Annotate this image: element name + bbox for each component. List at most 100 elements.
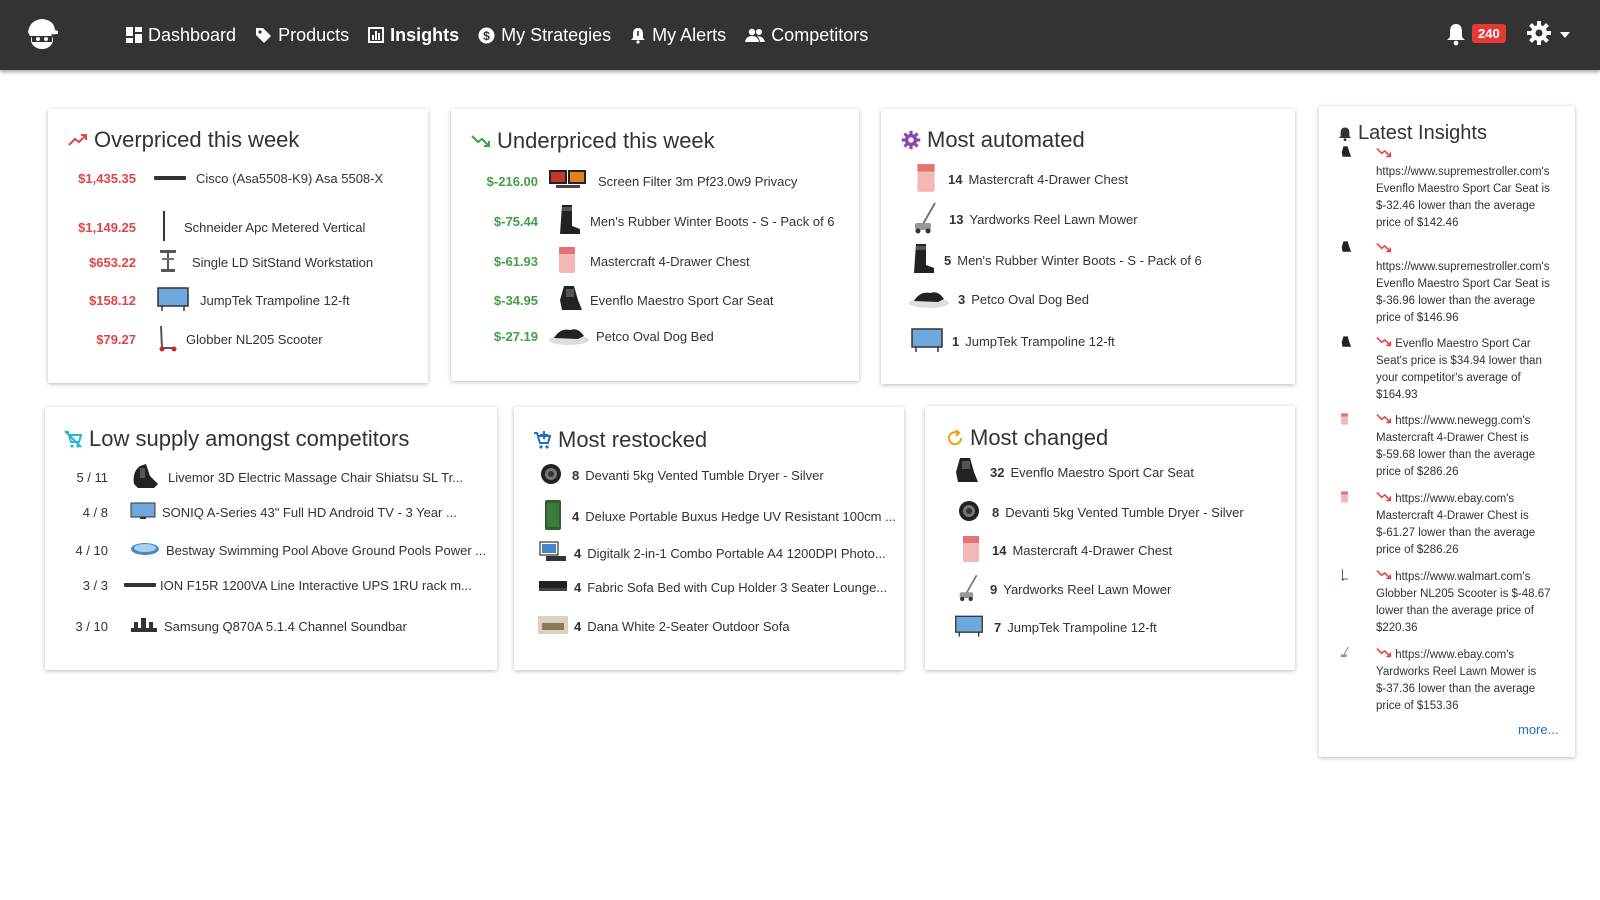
- insight-text: https://www.supremestroller.com's Evenfl…: [1376, 261, 1550, 324]
- automated-row[interactable]: 13 Yardworks Reel Lawn Mower: [913, 202, 1138, 237]
- restocked-row[interactable]: 4 Deluxe Portable Buxus Hedge UV Resista…: [544, 499, 896, 534]
- underpriced-row[interactable]: $-75.44 Men's Rubber Winter Boots - S - …: [470, 204, 835, 239]
- low-supply-product-name: Livemor 3D Electric Massage Chair Shiats…: [168, 470, 464, 485]
- changed-row[interactable]: 32 Evenflo Maestro Sport Car Seat: [952, 455, 1194, 490]
- changed-product-name: Mastercraft 4-Drawer Chest: [1012, 543, 1173, 558]
- dryer-thumbnail-icon: [958, 500, 980, 525]
- insight-item[interactable]: https://www.ebay.com's Mastercraft 4-Dra…: [1376, 491, 1556, 559]
- trampoline-thumbnail-icon: [954, 612, 984, 643]
- underpriced-product-name: Petco Oval Dog Bed: [596, 329, 714, 344]
- users-icon: [745, 28, 766, 42]
- overpriced-row[interactable]: $158.12 JumpTek Trampoline 12-ft: [60, 286, 350, 315]
- underpriced-row[interactable]: $-61.93 Mastercraft 4-Drawer Chest: [470, 246, 750, 277]
- notification-count-badge[interactable]: 240: [1472, 24, 1506, 43]
- nav-dashboard-label: Dashboard: [148, 24, 237, 45]
- dollar-circle-icon: $: [478, 27, 495, 43]
- underpriced-row[interactable]: $-27.19 Petco Oval Dog Bed: [470, 324, 714, 349]
- more-insights-link[interactable]: more...: [1518, 722, 1558, 737]
- insight-item[interactable]: https://www.supremestroller.com's Evenfl…: [1376, 242, 1556, 327]
- cart-plus-icon: [534, 431, 552, 449]
- low-supply-row[interactable]: 3 / 3 ION F15R 1200VA Line Interactive U…: [68, 578, 472, 593]
- trending-down-icon: [1376, 492, 1392, 502]
- trending-down-icon: [471, 135, 490, 147]
- nav-products[interactable]: Products: [255, 25, 349, 46]
- dog-bed-thumbnail-icon: [548, 324, 590, 349]
- nav-competitors-label: Competitors: [771, 24, 869, 45]
- changed-count: 9: [990, 582, 998, 597]
- nav-dashboard[interactable]: Dashboard: [126, 25, 236, 46]
- gear-icon: [901, 130, 921, 150]
- insight-item[interactable]: https://www.walmart.com's Globber NL205 …: [1376, 569, 1556, 637]
- low-supply-row[interactable]: 3 / 10 Samsung Q870A 5.1.4 Channel Sound…: [68, 616, 407, 637]
- changed-row[interactable]: 7 JumpTek Trampoline 12-ft: [954, 612, 1157, 643]
- latest-insights-title: Latest Insights: [1338, 122, 1487, 145]
- restocked-count: 8: [572, 468, 580, 483]
- overpriced-title-text: Overpriced this week: [94, 127, 300, 152]
- settings-dropdown-caret-icon[interactable]: [1560, 32, 1570, 38]
- nav-my-strategies[interactable]: $ My Strategies: [478, 25, 611, 46]
- ups-thumbnail-icon: [124, 578, 156, 593]
- scooter-thumbnail-icon: [1340, 568, 1350, 586]
- notification-bell-icon[interactable]: [1446, 22, 1466, 51]
- overpriced-price: $79.27: [96, 332, 136, 347]
- bell-icon: [1338, 126, 1352, 141]
- trampoline-thumbnail-icon: [910, 325, 944, 358]
- low-supply-ratio: 4 / 8: [82, 505, 108, 520]
- changed-product-name: Devanti 5kg Vented Tumble Dryer - Silver: [1005, 505, 1244, 520]
- changed-count: 32: [990, 465, 1005, 480]
- low-supply-row[interactable]: 4 / 8 SONIQ A-Series 43" Full HD Android…: [68, 502, 457, 523]
- insight-text: https://www.newegg.com's Mastercraft 4-D…: [1376, 415, 1536, 478]
- overpriced-row[interactable]: $79.27 Globber NL205 Scooter: [60, 324, 323, 355]
- most-changed-title-text: Most changed: [970, 425, 1109, 450]
- underpriced-row[interactable]: $-34.95 Evenflo Maestro Sport Car Seat: [470, 284, 774, 317]
- restocked-row[interactable]: 4 Fabric Sofa Bed with Cup Holder 3 Seat…: [538, 578, 887, 597]
- boot-thumbnail-icon: [910, 242, 936, 279]
- car-seat-thumbnail-icon: [1340, 335, 1352, 354]
- insight-item[interactable]: https://www.newegg.com's Mastercraft 4-D…: [1376, 413, 1556, 481]
- lawn-mower-thumbnail-icon: [913, 202, 939, 237]
- insight-item[interactable]: https://www.supremestroller.com's Evenfl…: [1376, 147, 1556, 232]
- most-restocked-title-text: Most restocked: [558, 427, 708, 452]
- pdu-thumbnail-icon: [162, 211, 166, 244]
- overpriced-product-name: Single LD SitStand Workstation: [192, 255, 374, 270]
- underpriced-row[interactable]: $-216.00 Screen Filter 3m Pf23.0w9 Priva…: [470, 168, 797, 195]
- changed-product-name: JumpTek Trampoline 12-ft: [1007, 620, 1157, 635]
- automated-row[interactable]: 5 Men's Rubber Winter Boots - S - Pack o…: [910, 242, 1202, 279]
- changed-row[interactable]: 8 Devanti 5kg Vented Tumble Dryer - Silv…: [958, 500, 1244, 525]
- alert-bell-icon: [631, 27, 646, 44]
- automated-row[interactable]: 14 Mastercraft 4-Drawer Chest: [916, 163, 1128, 196]
- automated-row[interactable]: 3 Petco Oval Dog Bed: [908, 287, 1089, 312]
- automated-row[interactable]: 1 JumpTek Trampoline 12-ft: [910, 325, 1115, 358]
- low-supply-row[interactable]: 4 / 10 Bestway Swimming Pool Above Groun…: [68, 540, 486, 561]
- lawn-mower-thumbnail-icon: [1340, 646, 1350, 664]
- nav-insights-label: Insights: [390, 24, 460, 45]
- cart-off-icon: [64, 430, 83, 448]
- low-supply-product-name: Bestway Swimming Pool Above Ground Pools…: [166, 543, 487, 558]
- chest-thumbnail-icon: [962, 535, 980, 566]
- nav-insights[interactable]: Insights: [368, 25, 459, 46]
- nav-my-alerts[interactable]: My Alerts: [630, 25, 726, 46]
- settings-gear-icon[interactable]: [1526, 20, 1552, 51]
- top-navbar: Dashboard Products Insights $ My Strateg…: [0, 0, 1600, 70]
- low-supply-row[interactable]: 5 / 11 Livemor 3D Electric Massage Chair…: [68, 462, 463, 493]
- changed-row[interactable]: 9 Yardworks Reel Lawn Mower: [958, 573, 1171, 606]
- overpriced-row[interactable]: $653.22 Single LD SitStand Workstation: [60, 248, 373, 277]
- changed-product-name: Evenflo Maestro Sport Car Seat: [1010, 465, 1194, 480]
- insight-item[interactable]: https://www.ebay.com's Yardworks Reel La…: [1376, 647, 1556, 715]
- car-seat-thumbnail-icon: [1340, 145, 1352, 164]
- insight-item[interactable]: Evenflo Maestro Sport Car Seat's price i…: [1376, 336, 1556, 404]
- restocked-row[interactable]: 8 Devanti 5kg Vented Tumble Dryer - Silv…: [540, 463, 824, 488]
- trending-down-icon: [1376, 243, 1392, 253]
- most-changed-title: Most changed: [946, 425, 1108, 451]
- restocked-row[interactable]: 4 Dana White 2-Seater Outdoor Sofa: [538, 616, 790, 637]
- restocked-product-name: Dana White 2-Seater Outdoor Sofa: [587, 619, 790, 634]
- logo-icon[interactable]: [22, 14, 62, 54]
- overpriced-row[interactable]: $1,149.25 Schneider Apc Metered Vertical: [60, 211, 365, 244]
- restocked-row[interactable]: 4 Digitalk 2-in-1 Combo Portable A4 1200…: [538, 540, 886, 567]
- overpriced-row[interactable]: $1,435.35 Cisco (Asa5508-K9) Asa 5508-X: [60, 171, 383, 186]
- insight-text: https://www.ebay.com's Mastercraft 4-Dra…: [1376, 493, 1536, 556]
- latest-insights-title-text: Latest Insights: [1358, 122, 1487, 144]
- changed-row[interactable]: 14 Mastercraft 4-Drawer Chest: [962, 535, 1172, 566]
- nav-competitors[interactable]: Competitors: [745, 25, 868, 46]
- pool-thumbnail-icon: [130, 540, 160, 561]
